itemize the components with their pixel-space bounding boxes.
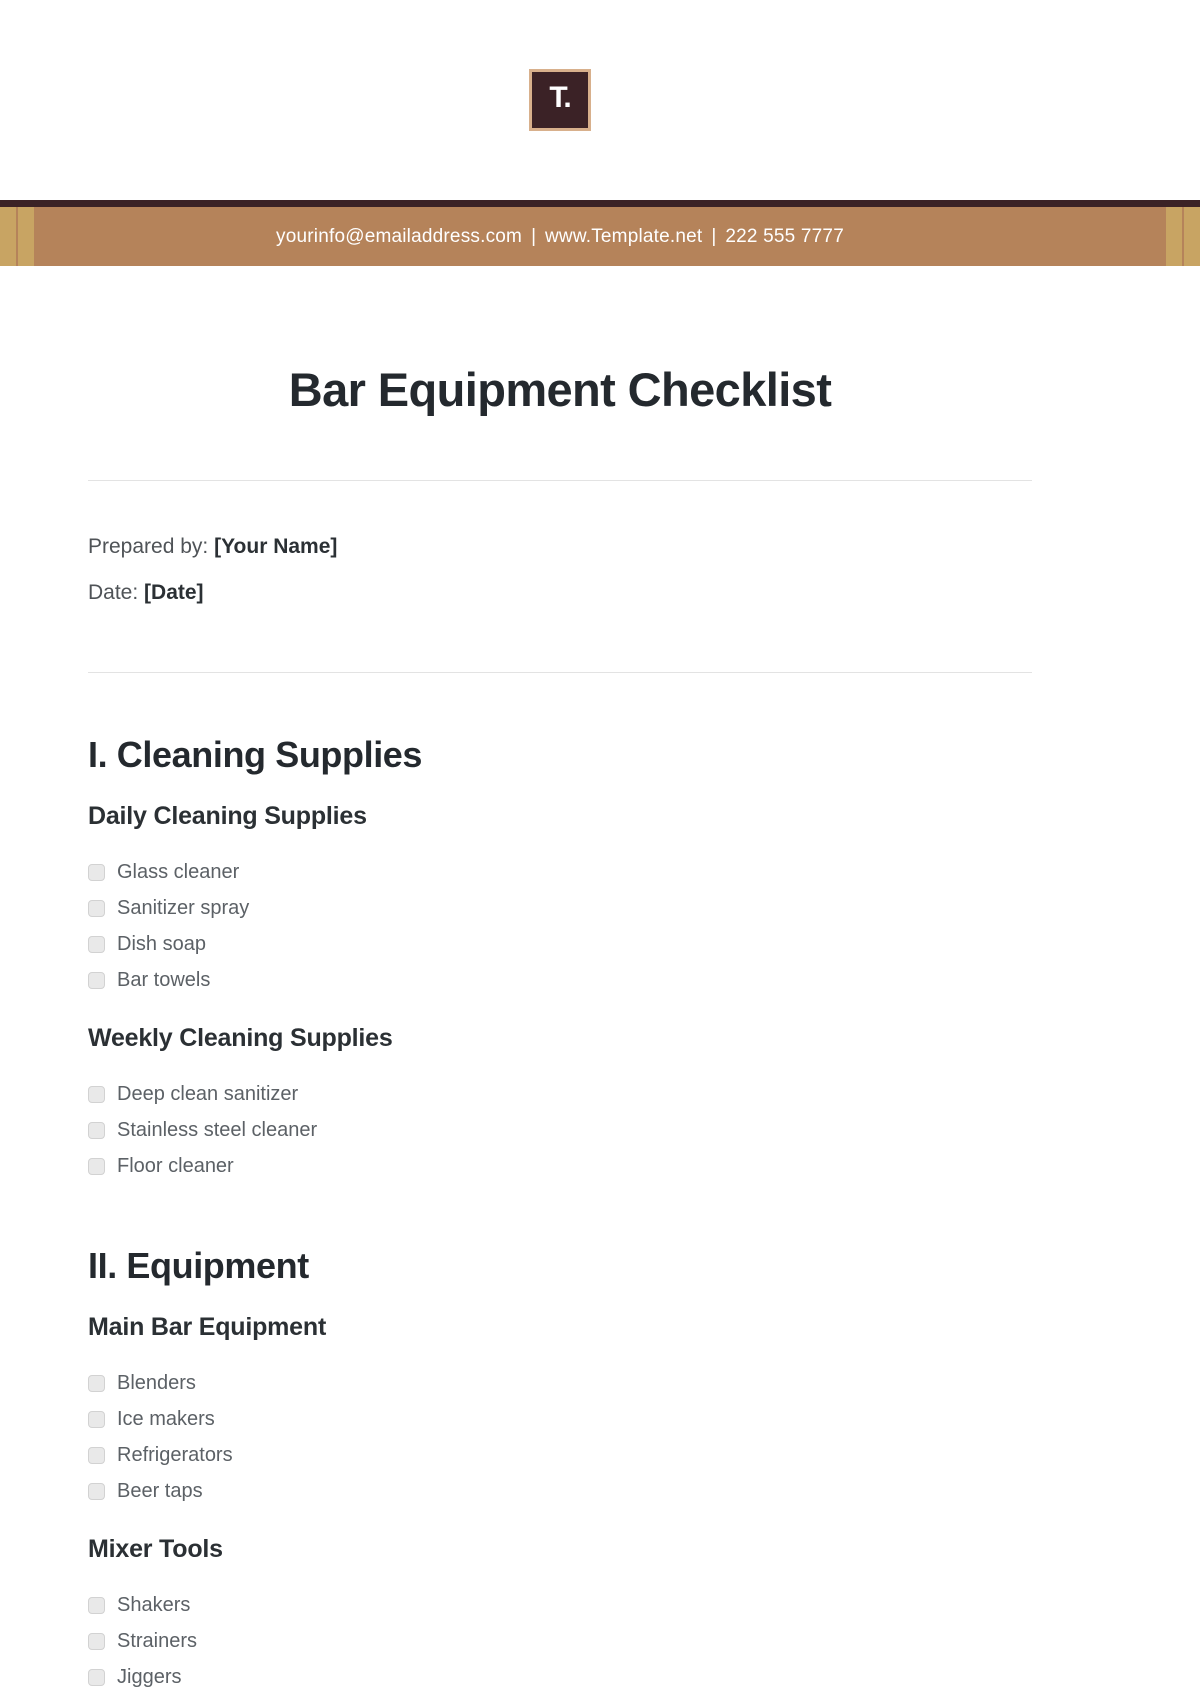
check-item[interactable]: Bar towels: [88, 962, 1032, 998]
check-item-label: Strainers: [117, 1630, 198, 1653]
checkbox-icon[interactable]: [88, 1446, 105, 1464]
check-item-label: Jiggers: [117, 1666, 182, 1689]
checkbox-icon[interactable]: [88, 1121, 105, 1139]
contact-email: yourinfo@emailaddress.com: [276, 225, 523, 247]
prepared-by-label: Prepared by:: [88, 535, 209, 558]
document-body: Bar Equipment Checklist Prepared by: [Yo…: [0, 362, 1120, 1701]
checkbox-icon[interactable]: [88, 899, 105, 917]
check-item-label: Bar towels: [117, 969, 211, 992]
contact-website: www.Template.net: [545, 225, 703, 247]
check-item-label: Deep clean sanitizer: [117, 1083, 299, 1106]
checkbox-icon[interactable]: [88, 935, 105, 953]
check-item[interactable]: Shakers: [88, 1587, 1032, 1623]
checkbox-icon[interactable]: [88, 1374, 105, 1392]
check-item[interactable]: Glass cleaner: [88, 854, 1032, 890]
check-list: Glass cleaner Sanitizer spray Dish soap Bar…: [88, 854, 1032, 998]
check-item[interactable]: Muddlers: [88, 1695, 1032, 1701]
document-page: T. yourinfo@emailaddress.com | www.Templ…: [0, 0, 1200, 1701]
check-item[interactable]: Dish soap: [88, 926, 1032, 962]
section-title: I. Cleaning Supplies: [88, 734, 423, 776]
prepared-by-value[interactable]: [Your Name]: [214, 535, 337, 558]
date-value[interactable]: [Date]: [144, 581, 204, 604]
check-item-label: Refrigerators: [117, 1444, 233, 1467]
checkbox-icon[interactable]: [88, 1410, 105, 1428]
checkbox-icon[interactable]: [88, 1668, 105, 1686]
sections-root: I. Cleaning Supplies Daily Cleaning Suppl…: [88, 734, 1032, 1701]
template-net-logo-icon: T.: [529, 69, 591, 131]
check-item[interactable]: Jiggers: [88, 1659, 1032, 1695]
date-label: Date:: [88, 581, 139, 605]
check-list: Deep clean sanitizer Stainless steel clea…: [88, 1076, 1032, 1184]
page-title: Bar Equipment Checklist: [288, 363, 832, 416]
check-item[interactable]: Floor cleaner: [88, 1148, 1032, 1184]
check-item[interactable]: Ice makers: [88, 1401, 1032, 1437]
prepared-by-line: Prepared by: [Your Name]: [88, 534, 1032, 559]
contact-phone: 222 555 7777: [725, 225, 844, 247]
contact-band-content: yourinfo@emailaddress.com | www.Template…: [0, 207, 1200, 266]
check-item-label: Floor cleaner: [117, 1155, 234, 1178]
checkbox-icon[interactable]: [88, 1632, 105, 1650]
check-item[interactable]: Sanitizer spray: [88, 890, 1032, 926]
check-item[interactable]: Blenders: [88, 1365, 1032, 1401]
contact-separator-2: |: [711, 225, 717, 247]
checkbox-icon[interactable]: [88, 1157, 105, 1175]
checkbox-icon[interactable]: [88, 1482, 105, 1500]
check-item-label: Shakers: [117, 1594, 191, 1617]
check-item[interactable]: Stainless steel cleaner: [88, 1112, 1032, 1148]
check-item-label: Glass cleaner: [117, 861, 240, 884]
contact-band: yourinfo@emailaddress.com | www.Template…: [0, 200, 1200, 266]
check-item-label: Beer taps: [117, 1480, 203, 1503]
date-line: Date: [Date]: [88, 580, 1032, 605]
check-item[interactable]: Deep clean sanitizer: [88, 1076, 1032, 1112]
group-title: Main Bar Equipment: [88, 1313, 327, 1342]
check-item-label: Stainless steel cleaner: [117, 1119, 318, 1142]
checkbox-icon[interactable]: [88, 971, 105, 989]
checkbox-icon[interactable]: [88, 863, 105, 881]
check-item-label: Blenders: [117, 1372, 196, 1395]
check-item[interactable]: Refrigerators: [88, 1437, 1032, 1473]
contact-separator-1: |: [531, 225, 537, 247]
checkbox-icon[interactable]: [88, 1085, 105, 1103]
check-item-label: Ice makers: [117, 1408, 215, 1431]
check-item-label: Dish soap: [117, 933, 206, 956]
group-title: Mixer Tools: [88, 1535, 223, 1564]
checklist-section: I. Cleaning Supplies Daily Cleaning Suppl…: [88, 734, 1032, 1184]
group-title: Daily Cleaning Supplies: [88, 802, 367, 831]
logo-header: T.: [0, 0, 1120, 200]
group-title: Weekly Cleaning Supplies: [88, 1024, 393, 1053]
section-title: II. Equipment: [88, 1245, 309, 1287]
checkbox-icon[interactable]: [88, 1596, 105, 1614]
check-item-label: Sanitizer spray: [117, 897, 250, 920]
check-item[interactable]: Beer taps: [88, 1473, 1032, 1509]
check-item[interactable]: Strainers: [88, 1623, 1032, 1659]
logo-glyph: T.: [549, 81, 571, 114]
checklist-section: II. Equipment Main Bar Equipment Blenders I…: [88, 1245, 1032, 1701]
meta-block: Prepared by: [Your Name] Date: [Date]: [88, 481, 1032, 605]
check-list: Blenders Ice makers Refrigerators Beer taps: [88, 1365, 1032, 1509]
divider-under-meta: [88, 672, 1032, 674]
check-list: Shakers Strainers Jiggers Muddlers: [88, 1587, 1032, 1701]
